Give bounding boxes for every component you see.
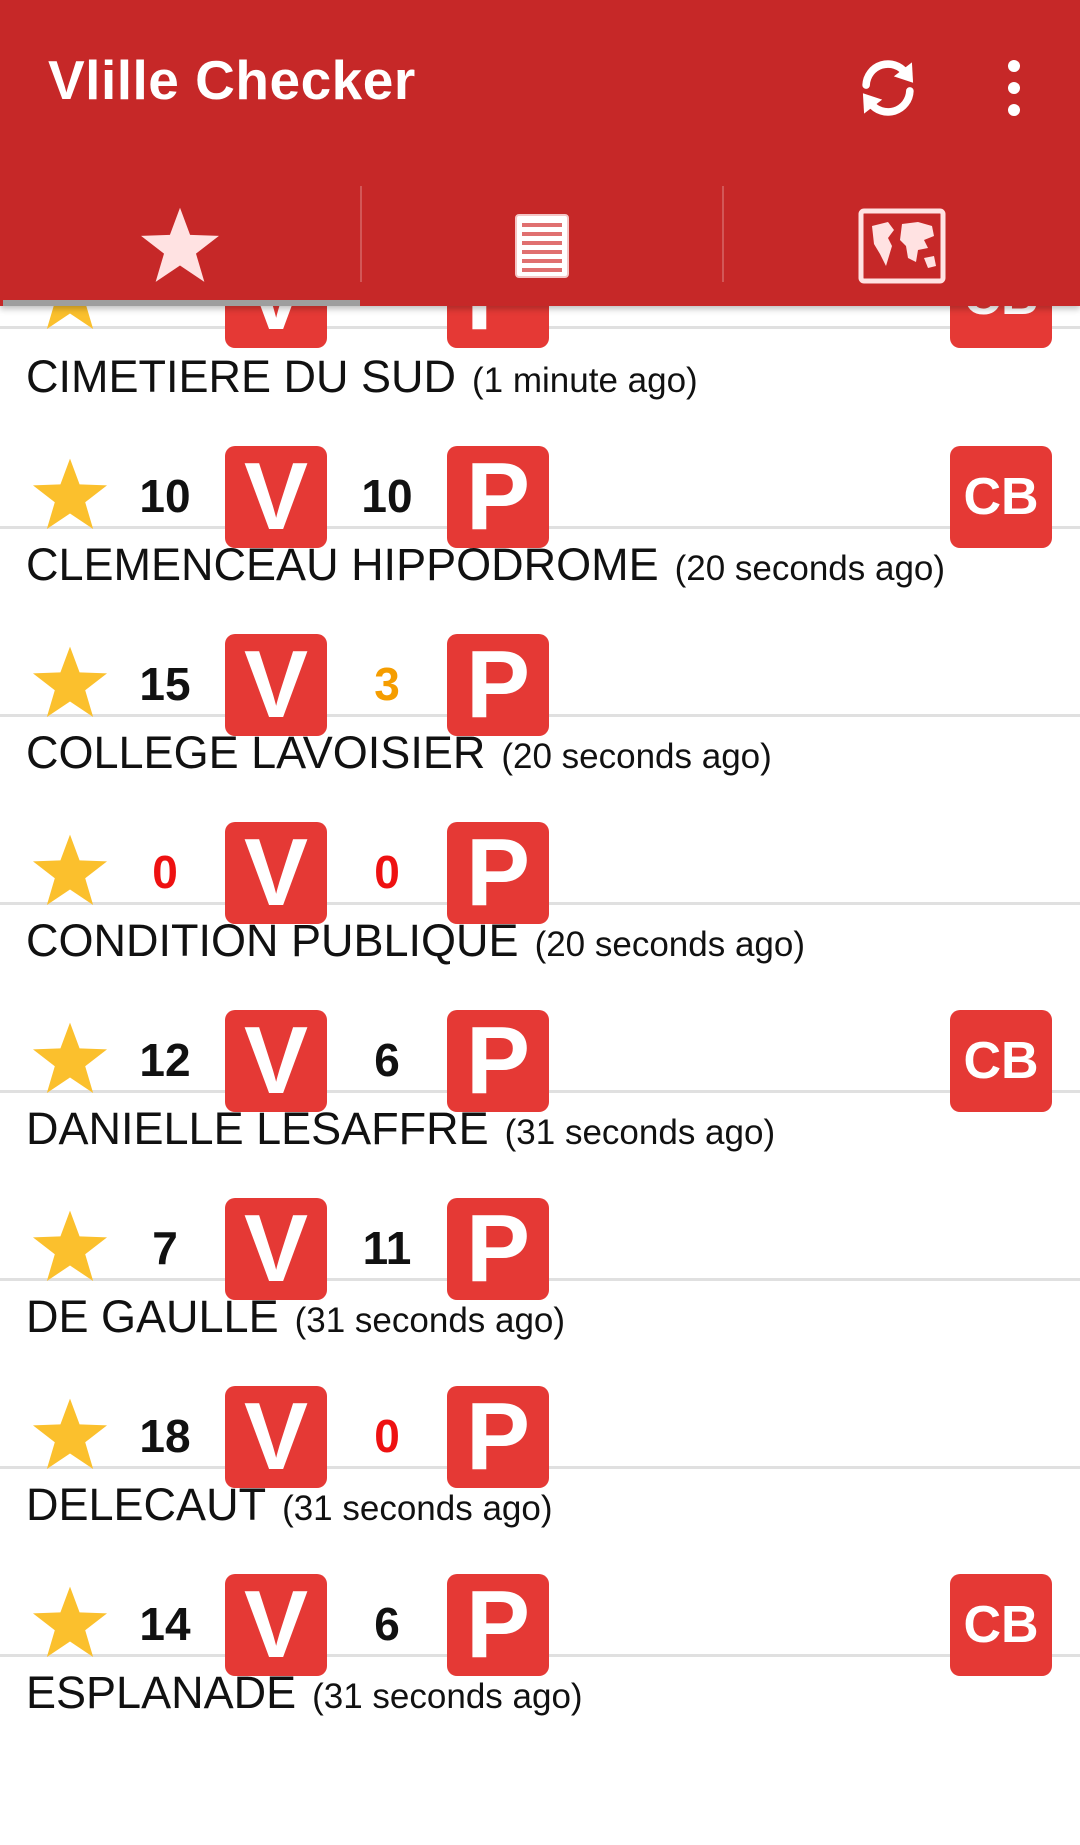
tab-stations-list[interactable]: [362, 186, 722, 306]
parking-count: 3: [374, 658, 400, 710]
station-title: DELECAUT (31 seconds ago): [26, 1479, 553, 1531]
favorite-star-icon[interactable]: [30, 1209, 110, 1285]
station-title: ESPLANADE (31 seconds ago): [26, 1667, 583, 1719]
bikes-count: 10: [139, 470, 191, 522]
station-row[interactable]: DANIELLE LESAFFRE (31 seconds ago) 7 V 11…: [0, 1093, 1080, 1302]
station-name: DE GAULLE: [26, 1291, 279, 1342]
tab-favorites[interactable]: [0, 186, 360, 306]
station-row[interactable]: ESPLANADE (31 seconds ago): [0, 1657, 1080, 1845]
station-title: COLLEGE LAVOISIER (20 seconds ago): [26, 727, 772, 779]
station-name: CONDITION PUBLIQUE: [26, 915, 519, 966]
app-bar: Vlille Checker: [0, 0, 1080, 306]
parking-count: 11: [362, 1222, 412, 1274]
station-name: DANIELLE LESAFFRE: [26, 1103, 489, 1154]
bikes-count: 7: [152, 1222, 178, 1274]
station-title: CONDITION PUBLIQUE (20 seconds ago): [26, 915, 805, 967]
bikes-count: 18: [139, 1410, 191, 1462]
bikes-count: 14: [139, 1598, 191, 1650]
favorite-star-icon[interactable]: [30, 833, 110, 909]
station-name: COLLEGE LAVOISIER: [26, 727, 486, 778]
last-update-time: (20 seconds ago): [674, 549, 946, 588]
bikes-count: 12: [139, 1034, 191, 1086]
parking-count: 0: [374, 1410, 400, 1462]
map-icon: [858, 208, 946, 284]
parking-count: 10: [361, 470, 413, 522]
station-row[interactable]: DE GAULLE (31 seconds ago) 18 V 0 P: [0, 1281, 1080, 1490]
parking-count: 0: [374, 846, 400, 898]
tab-map[interactable]: [724, 186, 1080, 306]
app-title: Vlille Checker: [48, 49, 416, 111]
station-title: CLEMENCEAU HIPPODROME (20 seconds ago): [26, 539, 945, 591]
favorite-star-icon[interactable]: [30, 1585, 110, 1661]
station-title: DANIELLE LESAFFRE (31 seconds ago): [26, 1103, 775, 1155]
overflow-menu-button[interactable]: [966, 40, 1062, 136]
last-update-time: (20 seconds ago): [534, 925, 806, 964]
station-row[interactable]: CIMETIERE DU SUD (1 minute ago) 10 V 10 P…: [0, 341, 1080, 550]
last-update-time: (31 seconds ago): [312, 1677, 583, 1716]
selected-tab-indicator: [3, 300, 360, 306]
station-row[interactable]: COLLEGE LAVOISIER (20 seconds ago) 0 V 0 …: [0, 717, 1080, 926]
station-title: DE GAULLE (31 seconds ago): [26, 1291, 565, 1343]
station-row[interactable]: CLEMENCEAU HIPPODROME (20 seconds ago) 15…: [0, 529, 1080, 738]
last-update-time: (31 seconds ago): [294, 1301, 566, 1340]
bikes-count: 15: [139, 658, 191, 710]
last-update-time: (31 seconds ago): [282, 1489, 553, 1528]
favorite-star-icon[interactable]: [30, 457, 110, 533]
station-name: DELECAUT: [26, 1479, 267, 1530]
favorite-star-icon[interactable]: [30, 1021, 110, 1097]
last-update-time: (31 seconds ago): [504, 1113, 776, 1152]
station-row[interactable]: CONDITION PUBLIQUE (20 seconds ago) 12 V …: [0, 905, 1080, 1114]
more-vert-icon: [1008, 60, 1020, 116]
station-row[interactable]: DELECAUT (31 seconds ago) 14 V 6 P CB: [0, 1469, 1080, 1678]
station-name: CIMETIERE DU SUD: [26, 351, 457, 402]
tab-bar: [0, 186, 1080, 306]
parking-count: 6: [374, 1598, 400, 1650]
list-icon: [515, 214, 569, 278]
station-title: CIMETIERE DU SUD (1 minute ago): [26, 351, 698, 403]
star-icon: [141, 207, 219, 282]
refresh-icon: [862, 60, 914, 116]
parking-count: 6: [374, 1034, 400, 1086]
station-name: ESPLANADE: [26, 1667, 297, 1718]
last-update-time: (1 minute ago): [472, 361, 698, 400]
last-update-time: (20 seconds ago): [501, 737, 772, 776]
refresh-button[interactable]: [840, 40, 936, 136]
favorite-star-icon[interactable]: [30, 645, 110, 721]
favorite-star-icon[interactable]: [30, 1397, 110, 1473]
bikes-count: 0: [152, 846, 178, 898]
station-name: CLEMENCEAU HIPPODROME: [26, 539, 659, 590]
